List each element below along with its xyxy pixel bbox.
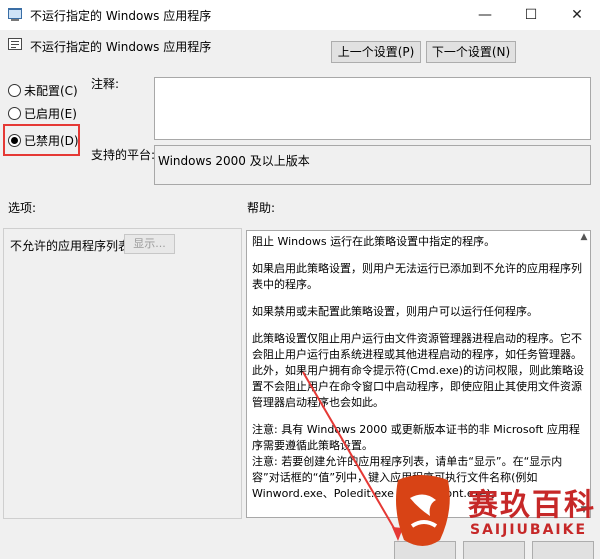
watermark-logo <box>396 475 450 546</box>
cancel-button[interactable] <box>463 541 525 559</box>
watermark-brand: 赛玖百科 <box>468 488 596 523</box>
apply-button[interactable] <box>532 541 594 559</box>
annotation-arrow <box>302 371 403 541</box>
watermark-pinyin: SAIJIUBAIKE <box>470 522 588 538</box>
